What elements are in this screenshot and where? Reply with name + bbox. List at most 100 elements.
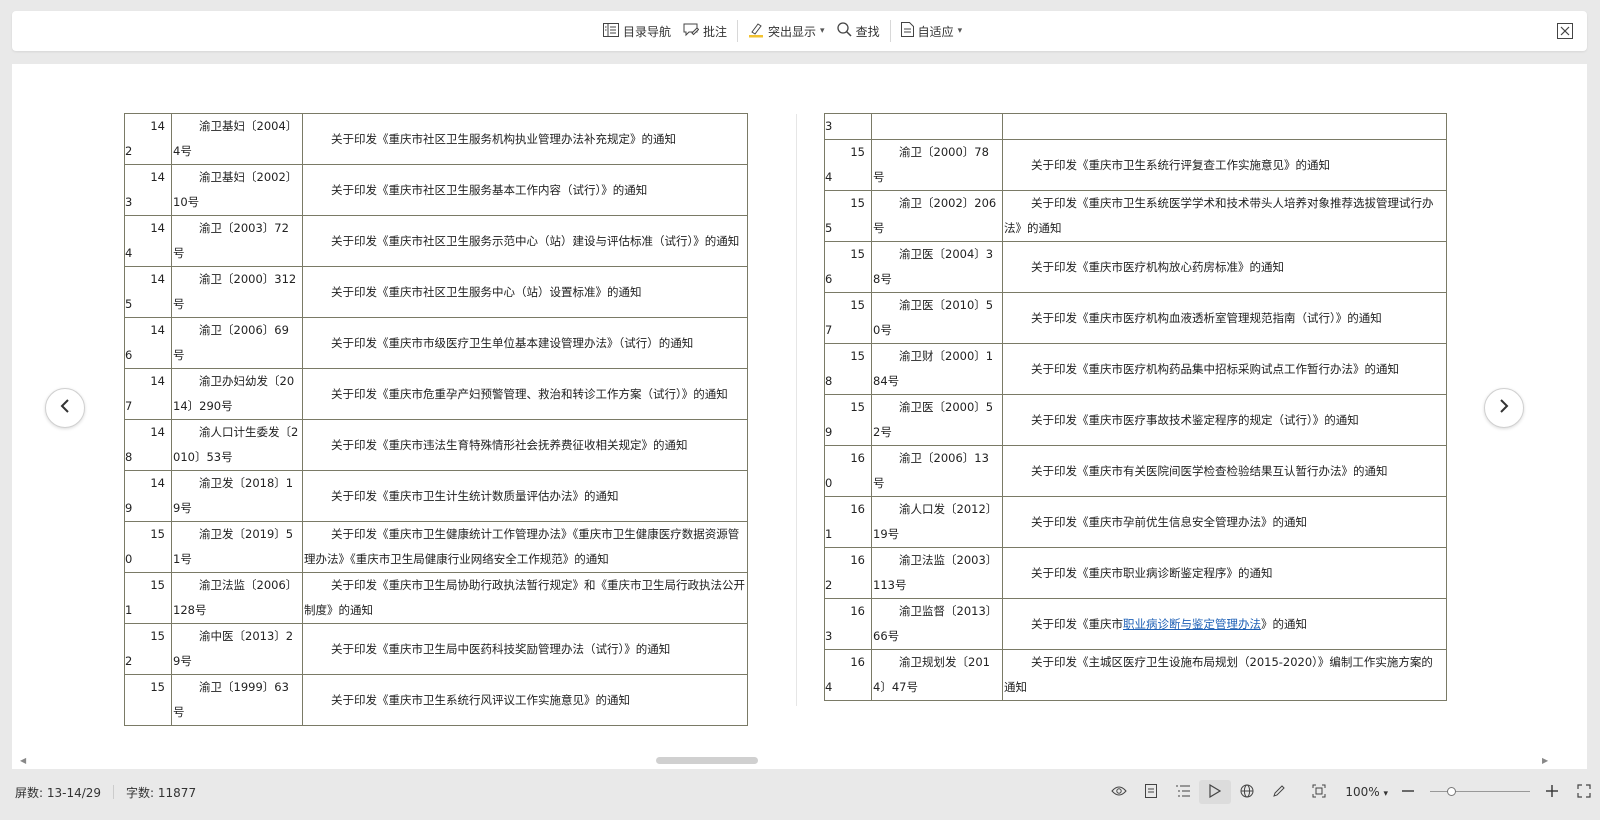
table-row: 16 1 渝人口发〔2012〕19号 关于印发《重庆市孕前优生信息安全管理办法》的通知	[824, 496, 1447, 548]
fit-dropdown[interactable]: 自适应 ▾	[895, 17, 969, 45]
row-number-cell: 14 7	[124, 368, 172, 420]
document-code: 渝卫办妇幼发〔2014〕290号	[173, 374, 295, 413]
pen-tool-button[interactable]	[1263, 780, 1295, 804]
row-number: 6	[825, 272, 833, 286]
document-title: 关于印发《重庆市医疗机构药品集中招标采购试点工作暂行办法》的通知	[1031, 361, 1399, 376]
row-number: 15	[850, 400, 865, 414]
row-number-cell: 3	[824, 113, 872, 140]
document-code: 渝卫医〔2000〕52号	[873, 400, 994, 439]
document-title: 关于印发《重庆市社区卫生服务中心（站）设置标准》的通知	[331, 284, 642, 299]
fullscreen-icon	[1577, 783, 1591, 801]
row-number: 4	[125, 246, 133, 260]
document-title: 关于印发《重庆市卫生系统行风评议工作实施意见》的通知	[331, 692, 630, 707]
row-number: 14	[150, 119, 165, 133]
document-code-cell: 渝卫监督〔2013〕66号	[871, 598, 1003, 650]
zoom-out-button[interactable]	[1392, 780, 1424, 804]
document-title: 关于印发《重庆市卫生计生统计数质量评估办法》的通知	[331, 488, 619, 503]
document-code: 渝卫〔2000〕312号	[173, 272, 297, 311]
document-title-cell: 关于印发《重庆市职业病诊断与鉴定管理办法》的通知	[1002, 598, 1447, 650]
fullscreen-button[interactable]	[1568, 780, 1600, 804]
scroll-left-arrow[interactable]: ◀	[20, 756, 26, 765]
row-number: 16	[850, 553, 865, 567]
document-title-cell: 关于印发《重庆市卫生系统行风评议工作实施意见》的通知	[302, 674, 748, 726]
previous-page-button[interactable]	[45, 388, 85, 428]
table-row: 14 9 渝卫发〔2018〕19号 关于印发《重庆市卫生计生统计数质量评估办法》的通知	[124, 470, 748, 522]
row-number: 16	[850, 655, 865, 669]
row-number: 3	[125, 195, 133, 209]
row-number: 8	[825, 374, 833, 388]
table-row: 15 渝卫〔1999〕63号 关于印发《重庆市卫生系统行风评议工作实施意见》的通知	[124, 674, 748, 726]
document-title: 关于印发《重庆市卫生系统医学学术和技术带头人培养对象推荐选拔管理试行办法》的通知	[1004, 196, 1434, 235]
row-number: 16	[850, 502, 865, 516]
document-code-cell: 渝人口发〔2012〕19号	[871, 496, 1003, 548]
horizontal-scrollbar-thumb[interactable]	[656, 757, 758, 764]
zoom-level-dropdown[interactable]: 100% ▾	[1335, 785, 1392, 799]
row-number: 5	[125, 297, 133, 311]
read-mode-button[interactable]	[1199, 780, 1232, 804]
zoom-slider[interactable]	[1430, 780, 1530, 804]
web-view-button[interactable]	[1231, 780, 1263, 804]
fit-screen-button[interactable]	[1303, 780, 1335, 804]
document-code: 渝卫医〔2004〕38号	[873, 247, 994, 286]
globe-icon	[1240, 784, 1254, 801]
document-code: 渝中医〔2013〕29号	[173, 629, 294, 668]
table-row: 15 1 渝卫法监〔2006〕128号 关于印发《重庆市卫生局协助行政执法暂行规定》和…	[124, 572, 748, 624]
row-number-cell: 14 4	[124, 215, 172, 267]
row-number-cell: 15 8	[824, 343, 872, 395]
row-number: 7	[125, 399, 133, 413]
search-icon	[836, 22, 852, 40]
zoom-slider-knob[interactable]	[1446, 787, 1456, 796]
highlight-dropdown[interactable]: 突出显示 ▾	[742, 17, 831, 45]
status-divider	[113, 785, 115, 799]
row-number-cell: 15 6	[824, 241, 872, 293]
document-code-cell	[871, 113, 1003, 140]
row-number: 15	[150, 629, 165, 643]
find-button[interactable]: 查找	[831, 17, 886, 45]
table-row: 14 5 渝卫〔2000〕312号 关于印发《重庆市社区卫生服务中心（站）设置标准》的…	[124, 266, 748, 318]
document-code: 渝卫发〔2018〕19号	[173, 476, 294, 515]
document-title-link[interactable]: 职业病诊断与鉴定管理办法	[1123, 617, 1261, 631]
outline-view-button[interactable]	[1167, 780, 1199, 804]
chevron-down-icon: ▾	[820, 26, 825, 36]
document-viewer[interactable]: 14 2 渝卫基妇〔2004〕4号 关于印发《重庆市社区卫生服务机构执业管理办法补充规…	[12, 64, 1587, 769]
document-title-cell: 关于印发《重庆市医疗机构药品集中招标采购试点工作暂行办法》的通知	[1002, 343, 1447, 395]
document-title: 关于印发《重庆市危重孕产妇预警管理、救治和转诊工作方案（试行）》的通知	[331, 386, 728, 401]
document-title: 关于印发《重庆市市级医疗卫生单位基本建设管理办法》（试行）的通知	[331, 335, 694, 350]
row-number: 14	[150, 170, 165, 184]
eye-protection-button[interactable]	[1103, 780, 1135, 804]
zoom-in-button[interactable]	[1536, 780, 1568, 804]
row-number-cell: 15 4	[824, 139, 872, 191]
table-row: 16 4 渝卫规划发〔2014〕47号 关于印发《主城区医疗卫生设施布局规划（2015…	[824, 649, 1447, 701]
document-title-suffix: 》的通知	[1261, 616, 1307, 631]
row-number: 15	[850, 247, 865, 261]
left-page-table: 14 2 渝卫基妇〔2004〕4号 关于印发《重庆市社区卫生服务机构执业管理办法补充规…	[124, 113, 748, 726]
annotate-label: 批注	[703, 24, 728, 39]
next-page-button[interactable]	[1484, 388, 1524, 428]
document-code: 渝人口计生委发〔2010〕53号	[173, 425, 299, 464]
document-title-cell	[1002, 113, 1447, 140]
close-icon	[1557, 23, 1573, 43]
table-row: 15 4 渝卫〔2000〕78号 关于印发《重庆市卫生系统行评复查工作实施意见》的通知	[824, 139, 1447, 191]
row-number: 14	[150, 323, 165, 337]
document-title: 关于印发《重庆市医疗机构血液透析室管理规范指南（试行）》的通知	[1031, 310, 1382, 325]
chevron-down-icon: ▾	[1383, 789, 1388, 799]
row-number: 2	[125, 654, 133, 668]
row-number-cell: 15 0	[124, 521, 172, 573]
scroll-right-arrow[interactable]: ▶	[1542, 756, 1548, 765]
document-code-cell: 渝卫〔2006〕69号	[171, 317, 303, 369]
page-view-button[interactable]	[1135, 780, 1167, 804]
row-number: 2	[825, 578, 833, 592]
toolbar-divider	[889, 20, 891, 42]
row-number: 4	[825, 680, 833, 694]
row-number-cell: 14 9	[124, 470, 172, 522]
toc-navigation-button[interactable]: 目录导航	[597, 17, 677, 45]
document-code-cell: 渝卫〔2003〕72号	[171, 215, 303, 267]
close-button[interactable]	[1557, 23, 1573, 39]
document-code: 渝卫医〔2010〕50号	[873, 298, 994, 337]
plus-icon	[1546, 784, 1558, 800]
document-title: 关于印发《重庆市孕前优生信息安全管理办法》的通知	[1031, 514, 1307, 529]
highlighter-icon	[748, 22, 764, 41]
document-code-cell: 渝卫〔2002〕206号	[871, 190, 1003, 242]
annotate-button[interactable]: 批注	[677, 17, 733, 45]
document-title-cell: 关于印发《重庆市卫生系统行评复查工作实施意见》的通知	[1002, 139, 1447, 191]
